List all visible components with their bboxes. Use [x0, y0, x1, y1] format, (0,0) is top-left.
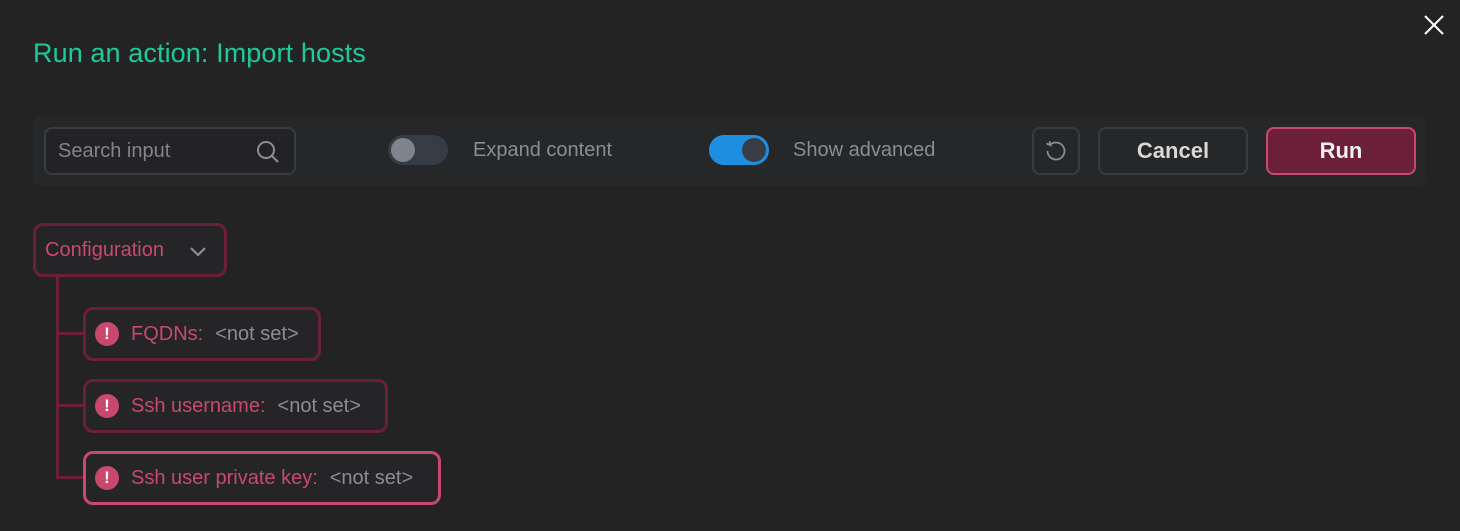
run-button[interactable]: Run [1266, 127, 1416, 175]
error-icon: ! [95, 466, 119, 490]
error-icon: ! [95, 322, 119, 346]
search-field[interactable] [44, 127, 296, 175]
field-value: <not set> [329, 466, 414, 489]
search-input[interactable] [58, 137, 248, 165]
show-advanced-label: Show advanced [793, 139, 936, 161]
dialog-title: Run an action: Import hosts [33, 38, 366, 68]
toolbar: Expand content Show advanced Cancel Run [33, 115, 1426, 186]
configuration-group[interactable]: Configuration [33, 223, 227, 277]
toggle-knob [391, 138, 415, 162]
expand-content-label: Expand content [473, 139, 612, 161]
field-ssh-user-private-key[interactable]: ! Ssh user private key: <not set> [83, 451, 441, 505]
reset-button[interactable] [1032, 127, 1080, 175]
field-value: <not set> [215, 322, 299, 345]
show-advanced-toggle[interactable] [709, 135, 769, 165]
tree-connector [56, 277, 59, 477]
tree-connector [56, 476, 84, 479]
chevron-down-icon[interactable] [188, 242, 208, 262]
field-ssh-username[interactable]: ! Ssh username: <not set> [83, 379, 388, 433]
toggle-knob [742, 138, 766, 162]
close-icon[interactable] [1422, 13, 1446, 37]
tree-connector [56, 404, 84, 407]
error-icon: ! [95, 394, 119, 418]
cancel-button[interactable]: Cancel [1098, 127, 1248, 175]
configuration-group-label: Configuration [45, 239, 164, 261]
tree-connector [56, 332, 84, 335]
field-name: Ssh user private key: [131, 466, 318, 489]
field-fqdns[interactable]: ! FQDNs: <not set> [83, 307, 321, 361]
expand-content-toggle[interactable] [388, 135, 448, 165]
reset-icon [1046, 140, 1066, 161]
field-name: Ssh username: [131, 394, 266, 417]
field-name: FQDNs: [131, 322, 204, 345]
search-icon[interactable] [255, 139, 281, 165]
field-value: <not set> [277, 394, 361, 417]
